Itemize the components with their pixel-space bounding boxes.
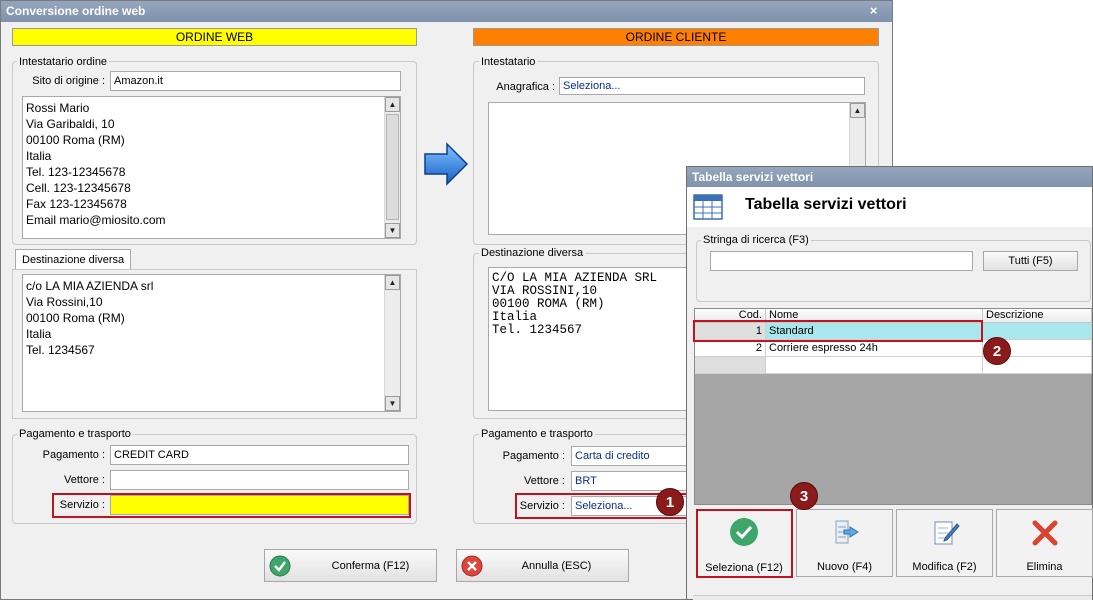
scroll-down-icon[interactable]: ▼ [385,223,400,238]
client-payment-field[interactable]: Carta di credito [571,446,691,466]
cancel-icon [461,555,483,577]
web-service-field[interactable] [110,495,409,515]
edit-label: Modifica (F2) [912,561,977,573]
delete-button[interactable]: Elimina [996,509,1093,577]
address-line: Italia [26,149,52,163]
edit-button[interactable]: Modifica (F2) [896,509,993,577]
payment-label: Pagamento : [42,449,105,461]
scroll-up-icon[interactable]: ▲ [385,275,400,290]
address-line: Tel. 123-12345678 [26,165,126,179]
confirm-label: Conferma (F12) [331,560,410,572]
search-group-title: Stringa di ricerca (F3) [701,234,811,246]
tab-destination[interactable]: Destinazione diversa [15,249,132,270]
web-destination-memo[interactable]: c/o LA MIA AZIENDA srl Via Rossini,10 00… [22,274,401,412]
edit-icon [934,521,960,545]
dialog-heading: Tabella servizi vettori [745,196,907,213]
scroll-up-icon[interactable]: ▲ [385,97,400,112]
service-label: Servizio : [59,499,105,511]
web-destination-scrollbar[interactable]: ▲ ▼ [384,275,400,411]
site-origin-field[interactable]: Amazon.it [110,71,401,91]
dialog-title: Tabella servizi vettori [692,170,814,184]
cell-code-empty[interactable] [695,357,766,374]
web-order-header: ORDINE WEB [12,28,417,46]
address-line: 00100 Roma (RM) [26,133,125,147]
window-title: Conversione ordine web [6,4,146,18]
destination-line: 00100 Roma (RM) [26,311,125,325]
arrow-right-icon [424,142,469,186]
scroll-up-icon[interactable]: ▲ [850,103,865,118]
new-label: Nuovo (F4) [816,561,873,573]
site-origin-label: Sito di origine : [32,75,105,87]
web-payment-group-title: Pagamento e trasporto [17,428,133,440]
callout-badge-2: 2 [983,337,1011,365]
table-icon [693,194,723,220]
cell-name-empty[interactable] [766,357,983,374]
cell-code[interactable]: 2 [695,340,766,357]
dialog-titlebar: Tabella servizi vettori [687,167,1092,187]
scroll-down-icon[interactable]: ▼ [385,396,400,411]
web-holder-group-title: Intestatario ordine [17,56,110,68]
cancel-button[interactable]: Annulla (ESC) [456,549,629,582]
dialog-bottom-strip [693,595,1092,600]
column-header-description[interactable]: Descrizione [983,309,1092,323]
service-label: Servizio : [519,500,565,512]
callout-badge-3: 3 [790,482,818,510]
web-address-scrollbar[interactable]: ▲ ▼ [384,97,400,238]
window-titlebar: Conversione ordine web [1,1,892,22]
web-payment-field[interactable]: CREDIT CARD [110,445,409,465]
destination-line: c/o LA MIA AZIENDA srl [26,279,154,293]
web-address-memo[interactable]: Rossi Mario Via Garibaldi, 10 00100 Roma… [22,96,401,239]
confirm-button[interactable]: Conferma (F12) [264,549,437,582]
carrier-services-dialog: Tabella servizi vettori Tabella servizi … [686,166,1093,600]
callout-badge-1: 1 [656,488,684,516]
scroll-thumb[interactable] [386,114,399,220]
address-line: Email mario@miosito.com [26,213,166,227]
address-line: Rossi Mario [26,101,90,115]
web-carrier-field[interactable] [110,470,409,490]
payment-label: Pagamento : [502,450,565,462]
new-button[interactable]: Nuovo (F4) [796,509,893,577]
check-icon [269,555,291,577]
close-icon[interactable]: × [866,4,881,18]
delete-label: Elimina [1026,561,1063,573]
client-payment-group-title: Pagamento e trasporto [479,428,595,440]
search-input[interactable] [710,251,973,271]
new-record-icon [835,520,859,544]
highlight-box [696,509,793,578]
all-button[interactable]: Tutti (F5) [983,251,1078,271]
client-destination-group-title: Destinazione diversa [479,247,586,259]
highlight-box [693,320,983,342]
destination-line: Via Rossini,10 [26,295,103,309]
cell-name[interactable]: Corriere espresso 24h [766,340,983,357]
client-holder-group-title: Intestatario [479,56,538,68]
address-line: Fax 123-12345678 [26,197,127,211]
delete-icon [1032,520,1057,546]
carrier-label: Vettore : [524,475,565,487]
client-order-header: ORDINE CLIENTE [473,28,879,46]
address-line: Via Garibaldi, 10 [26,117,115,131]
address-line: Cell. 123-12345678 [26,181,131,195]
client-registry-field[interactable]: Seleziona... [559,77,865,95]
carrier-label: Vettore : [64,474,105,486]
destination-line: Tel. 1234567 [26,343,95,357]
destination-line: Italia [26,327,52,341]
registry-label: Anagrafica : [496,81,555,93]
search-group [696,240,1091,302]
cancel-label: Annulla (ESC) [521,560,592,572]
dialog-header-band: Tabella servizi vettori [687,187,1092,227]
